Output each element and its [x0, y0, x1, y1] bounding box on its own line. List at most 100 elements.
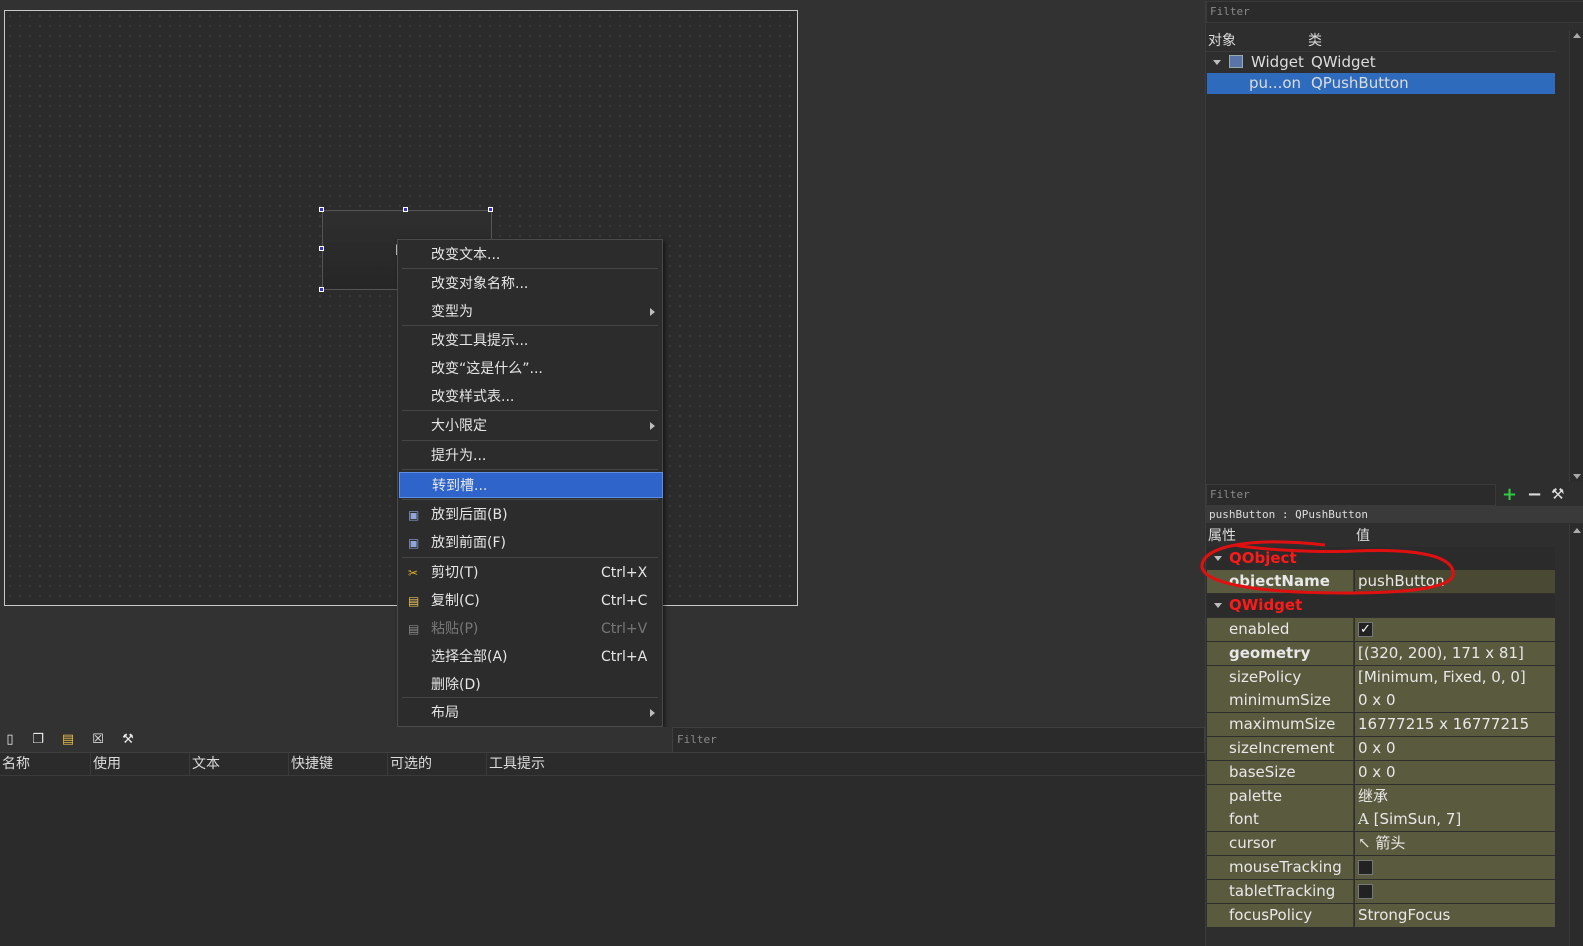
menu-item[interactable]: 大小限定: [399, 413, 663, 439]
checkbox[interactable]: [1358, 883, 1373, 899]
new-action-icon[interactable]: ▯: [2, 731, 18, 748]
resize-handle[interactable]: [319, 287, 324, 292]
prop-name: geometry: [1207, 641, 1354, 665]
checkbox[interactable]: [1358, 860, 1373, 875]
prop-focuspolicy[interactable]: focusPolicy StrongFocus: [1207, 903, 1555, 927]
action-table-header: 名称 使用 文本 快捷键 可选的 工具提示: [0, 753, 1205, 776]
resize-handle[interactable]: [319, 246, 324, 251]
menu-item[interactable]: 改变对象名称...: [399, 271, 663, 297]
resize-handle[interactable]: [488, 207, 493, 212]
property-filter-input[interactable]: Filter: [1206, 484, 1496, 506]
prop-value[interactable]: ↖ 箭头: [1355, 832, 1555, 856]
paste-action-icon[interactable]: ▤: [60, 731, 76, 748]
prop-name: sizeIncrement: [1207, 737, 1354, 760]
action-filter-input[interactable]: Filter: [672, 727, 1205, 753]
tree-object: pu...on: [1249, 74, 1302, 92]
menu-item[interactable]: 改变“这是什么”...: [399, 356, 663, 382]
prop-mousetracking[interactable]: mouseTracking: [1207, 856, 1555, 879]
scroll-up-icon[interactable]: [1573, 528, 1581, 533]
menu-item-label: 放到后面(B): [431, 507, 508, 523]
delete-action-icon[interactable]: ☒: [90, 731, 106, 748]
prop-value-text: 箭头: [1375, 834, 1406, 853]
menu-item[interactable]: ▣ 放到前面(F): [399, 530, 663, 556]
prop-value[interactable]: 0 x 0: [1355, 760, 1555, 784]
configure-icon[interactable]: ⚒: [120, 731, 136, 748]
prop-value[interactable]: [(320, 200), 171 x 81]: [1355, 641, 1555, 665]
object-scrollbar[interactable]: [1569, 30, 1583, 482]
prop-geometry[interactable]: geometry [(320, 200), 171 x 81]: [1207, 641, 1555, 665]
collapse-arrow-icon[interactable]: [1214, 603, 1222, 608]
prop-sizeincrement[interactable]: sizeIncrement 0 x 0: [1207, 737, 1555, 760]
menu-item[interactable]: 转到槽...: [399, 472, 663, 498]
menu-item[interactable]: 改变文本...: [399, 242, 663, 268]
col-text[interactable]: 文本: [190, 753, 289, 776]
menu-item-label: 布局: [431, 705, 459, 721]
prop-name: minimumSize: [1207, 689, 1354, 713]
prop-basesize[interactable]: baseSize 0 x 0: [1207, 760, 1555, 784]
prop-maximumsize[interactable]: maximumSize 16777215 x 16777215: [1207, 713, 1555, 737]
col-checkable[interactable]: 可选的: [388, 753, 487, 776]
menu-item[interactable]: 改变工具提示...: [399, 328, 663, 354]
menu-item-shortcut: Ctrl+C: [601, 593, 648, 609]
submenu-arrow-icon: [650, 709, 655, 717]
prop-font[interactable]: font A [SimSun, 7]: [1207, 808, 1555, 832]
scroll-up-icon[interactable]: [1573, 33, 1581, 38]
menu-item[interactable]: ▣ 放到后面(B): [399, 502, 663, 528]
menu-item[interactable]: ▤ 复制(C) Ctrl+C: [399, 588, 663, 614]
tree-row-widget[interactable]: Widget QWidget: [1207, 52, 1555, 73]
prop-value[interactable]: 0 x 0: [1355, 737, 1555, 760]
prop-name: focusPolicy: [1207, 903, 1354, 927]
prop-name: mouseTracking: [1207, 856, 1354, 879]
submenu-arrow-icon: [650, 422, 655, 430]
prop-name: maximumSize: [1207, 713, 1354, 737]
prop-value[interactable]: [1355, 856, 1555, 879]
send-back-icon: ▣: [408, 508, 420, 522]
expand-arrow-icon[interactable]: [1213, 60, 1221, 65]
prop-enabled[interactable]: enabled ✓: [1207, 618, 1555, 641]
col-shortcut[interactable]: 快捷键: [289, 753, 388, 776]
tree-row-pushbutton[interactable]: pu...on QPushButton: [1207, 73, 1555, 94]
menu-item[interactable]: 选择全部(A) Ctrl+A: [399, 644, 663, 670]
menu-item[interactable]: 删除(D): [399, 672, 663, 698]
col-tooltip[interactable]: 工具提示: [487, 753, 607, 776]
configure-icon[interactable]: ⚒: [1551, 485, 1564, 503]
copy-action-icon[interactable]: ❐: [30, 731, 46, 748]
scroll-down-icon[interactable]: [1573, 474, 1581, 479]
menu-item[interactable]: 变型为: [399, 299, 663, 325]
prop-tablettracking[interactable]: tabletTracking: [1207, 879, 1555, 903]
prop-value[interactable]: StrongFocus: [1355, 903, 1555, 927]
col-name[interactable]: 名称: [0, 753, 91, 776]
resize-handle[interactable]: [403, 207, 408, 212]
prop-value[interactable]: 继承: [1355, 784, 1555, 808]
prop-minimumsize[interactable]: minimumSize 0 x 0: [1207, 689, 1555, 713]
prop-cursor[interactable]: cursor ↖ 箭头: [1207, 832, 1555, 856]
menu-item[interactable]: 改变样式表...: [399, 384, 663, 410]
class-col-header[interactable]: 类: [1308, 31, 1322, 51]
col-used[interactable]: 使用: [91, 753, 190, 776]
remove-property-icon[interactable]: −: [1527, 484, 1542, 505]
prop-palette[interactable]: palette 继承: [1207, 784, 1555, 808]
menu-item-label: 改变样式表...: [431, 389, 515, 405]
prop-value[interactable]: 0 x 0: [1355, 689, 1555, 713]
tree-object: Widget: [1251, 53, 1304, 71]
prop-value[interactable]: [Minimum, Fixed, 0, 0]: [1355, 665, 1555, 689]
resize-handle[interactable]: [319, 207, 324, 212]
prop-value[interactable]: ✓: [1355, 618, 1555, 641]
menu-item-label: 粘贴(P): [431, 621, 479, 637]
prop-value[interactable]: [1355, 879, 1555, 903]
scissors-icon: ✂: [408, 566, 419, 580]
menu-item[interactable]: 布局: [399, 700, 663, 726]
prop-value[interactable]: A [SimSun, 7]: [1355, 808, 1555, 832]
object-col-header[interactable]: 对象: [1208, 31, 1236, 51]
checkbox[interactable]: ✓: [1358, 622, 1373, 637]
prop-sizepolicy[interactable]: sizePolicy [Minimum, Fixed, 0, 0]: [1207, 665, 1555, 689]
menu-item[interactable]: ▤ 粘贴(P) Ctrl+V: [399, 616, 663, 642]
property-scrollbar[interactable]: [1569, 524, 1583, 946]
add-property-icon[interactable]: +: [1502, 484, 1517, 505]
menu-item[interactable]: ✂ 剪切(T) Ctrl+X: [399, 560, 663, 586]
menu-item-label: 改变文本...: [431, 247, 501, 263]
action-editor-toolbar: ▯ ❐ ▤ ☒ ⚒: [0, 727, 672, 753]
prop-value[interactable]: 16777215 x 16777215: [1355, 713, 1555, 737]
object-filter-input[interactable]: Filter: [1206, 1, 1583, 23]
menu-item[interactable]: 提升为...: [399, 443, 663, 469]
